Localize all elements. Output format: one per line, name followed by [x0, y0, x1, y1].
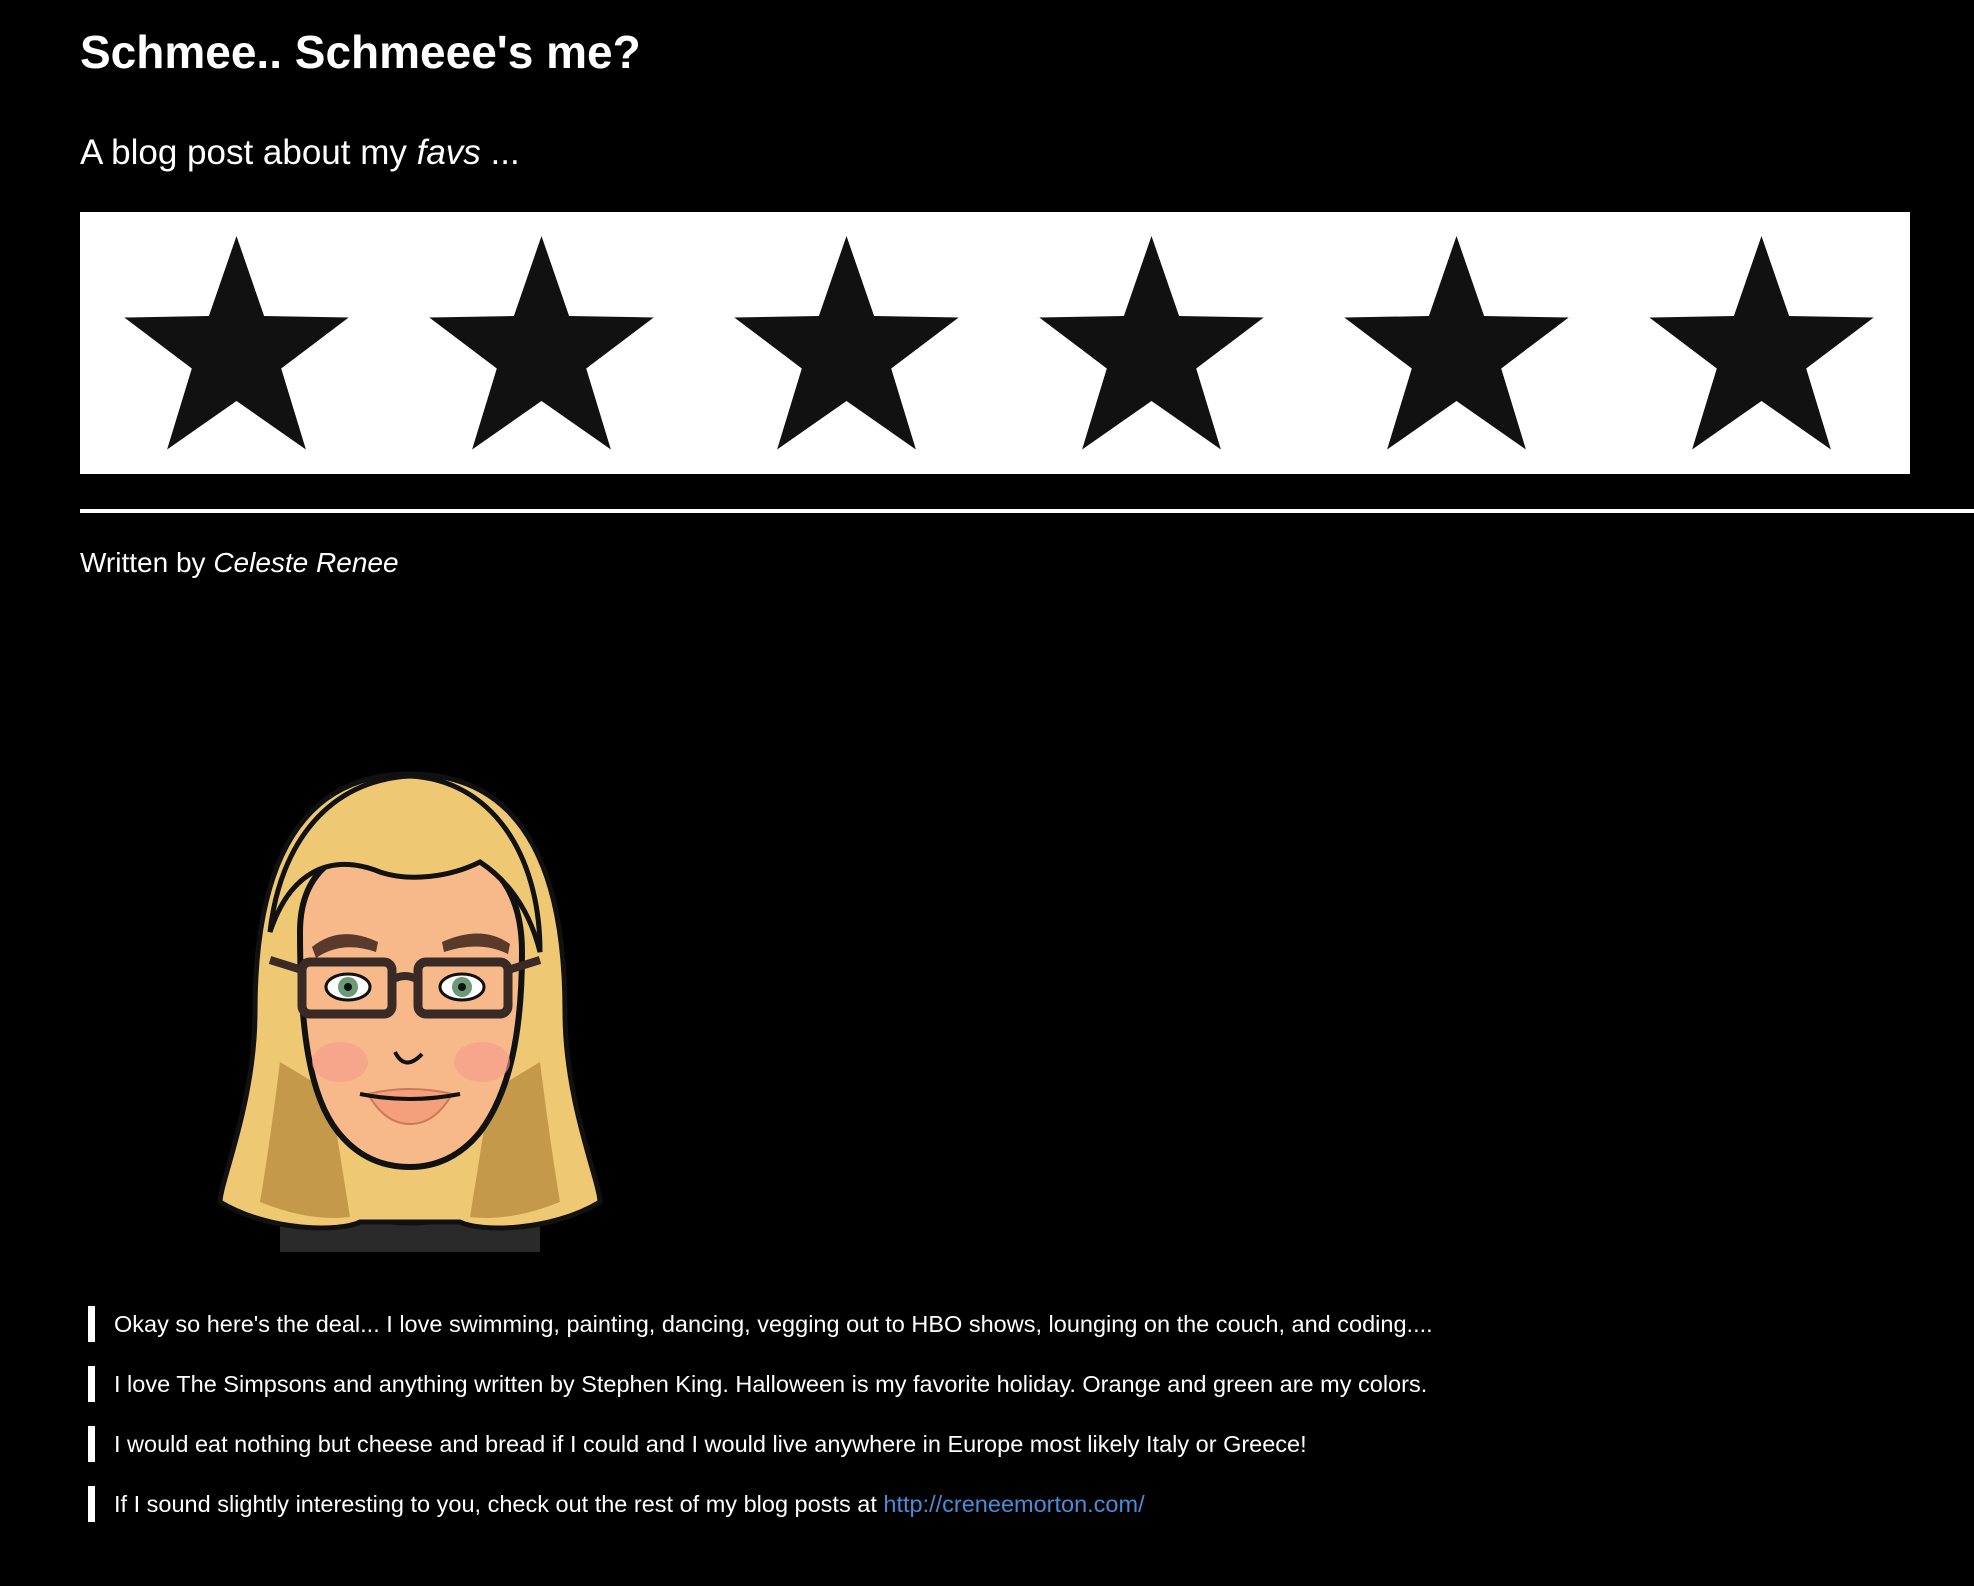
- avatar-pupil-left: [344, 983, 352, 991]
- star-icon: [1039, 236, 1264, 450]
- quote-line-prefix: If I sound slightly interesting to you, …: [114, 1491, 884, 1517]
- byline-prefix: Written by: [80, 547, 214, 578]
- stars-banner-image: [80, 212, 1910, 474]
- about-me-quotes: Okay so here's the deal... I love swimmi…: [88, 1306, 1888, 1546]
- avatar-cheek-left: [312, 1042, 368, 1082]
- divider: [80, 509, 1974, 513]
- star-icon: [429, 236, 654, 450]
- star-icon: [1344, 236, 1569, 450]
- star-icon: [734, 236, 959, 450]
- author-name: Celeste Renee: [213, 547, 399, 578]
- avatar-cheek-right: [454, 1042, 510, 1082]
- subtitle-prefix: A blog post about my: [80, 133, 417, 172]
- stars-banner-graphic: [124, 236, 1874, 450]
- blog-link[interactable]: http://creneemorton.com/: [883, 1491, 1144, 1517]
- subtitle-suffix: ...: [480, 133, 520, 172]
- quote-line: I love The Simpsons and anything written…: [88, 1366, 1888, 1402]
- subtitle-emphasis: favs: [416, 133, 481, 172]
- quote-line: I would eat nothing but cheese and bread…: [88, 1426, 1888, 1462]
- star-icon: [124, 236, 349, 450]
- page-title: Schmee.. Schmeee's me?: [80, 26, 641, 78]
- star-icon: [1649, 236, 1874, 450]
- byline: Written by Celeste Renee: [80, 543, 399, 583]
- page-subtitle: A blog post about my favs ...: [80, 128, 520, 178]
- blog-page: Schmee.. Schmeee's me? A blog post about…: [0, 0, 1974, 1586]
- bitmoji-avatar-icon: [210, 762, 610, 1252]
- quote-line-with-link: If I sound slightly interesting to you, …: [88, 1486, 1888, 1522]
- avatar-graphic: [217, 771, 603, 1252]
- avatar-glasses-bridge: [389, 972, 421, 984]
- quote-line: Okay so here's the deal... I love swimmi…: [88, 1306, 1888, 1342]
- avatar-pupil-right: [458, 983, 466, 991]
